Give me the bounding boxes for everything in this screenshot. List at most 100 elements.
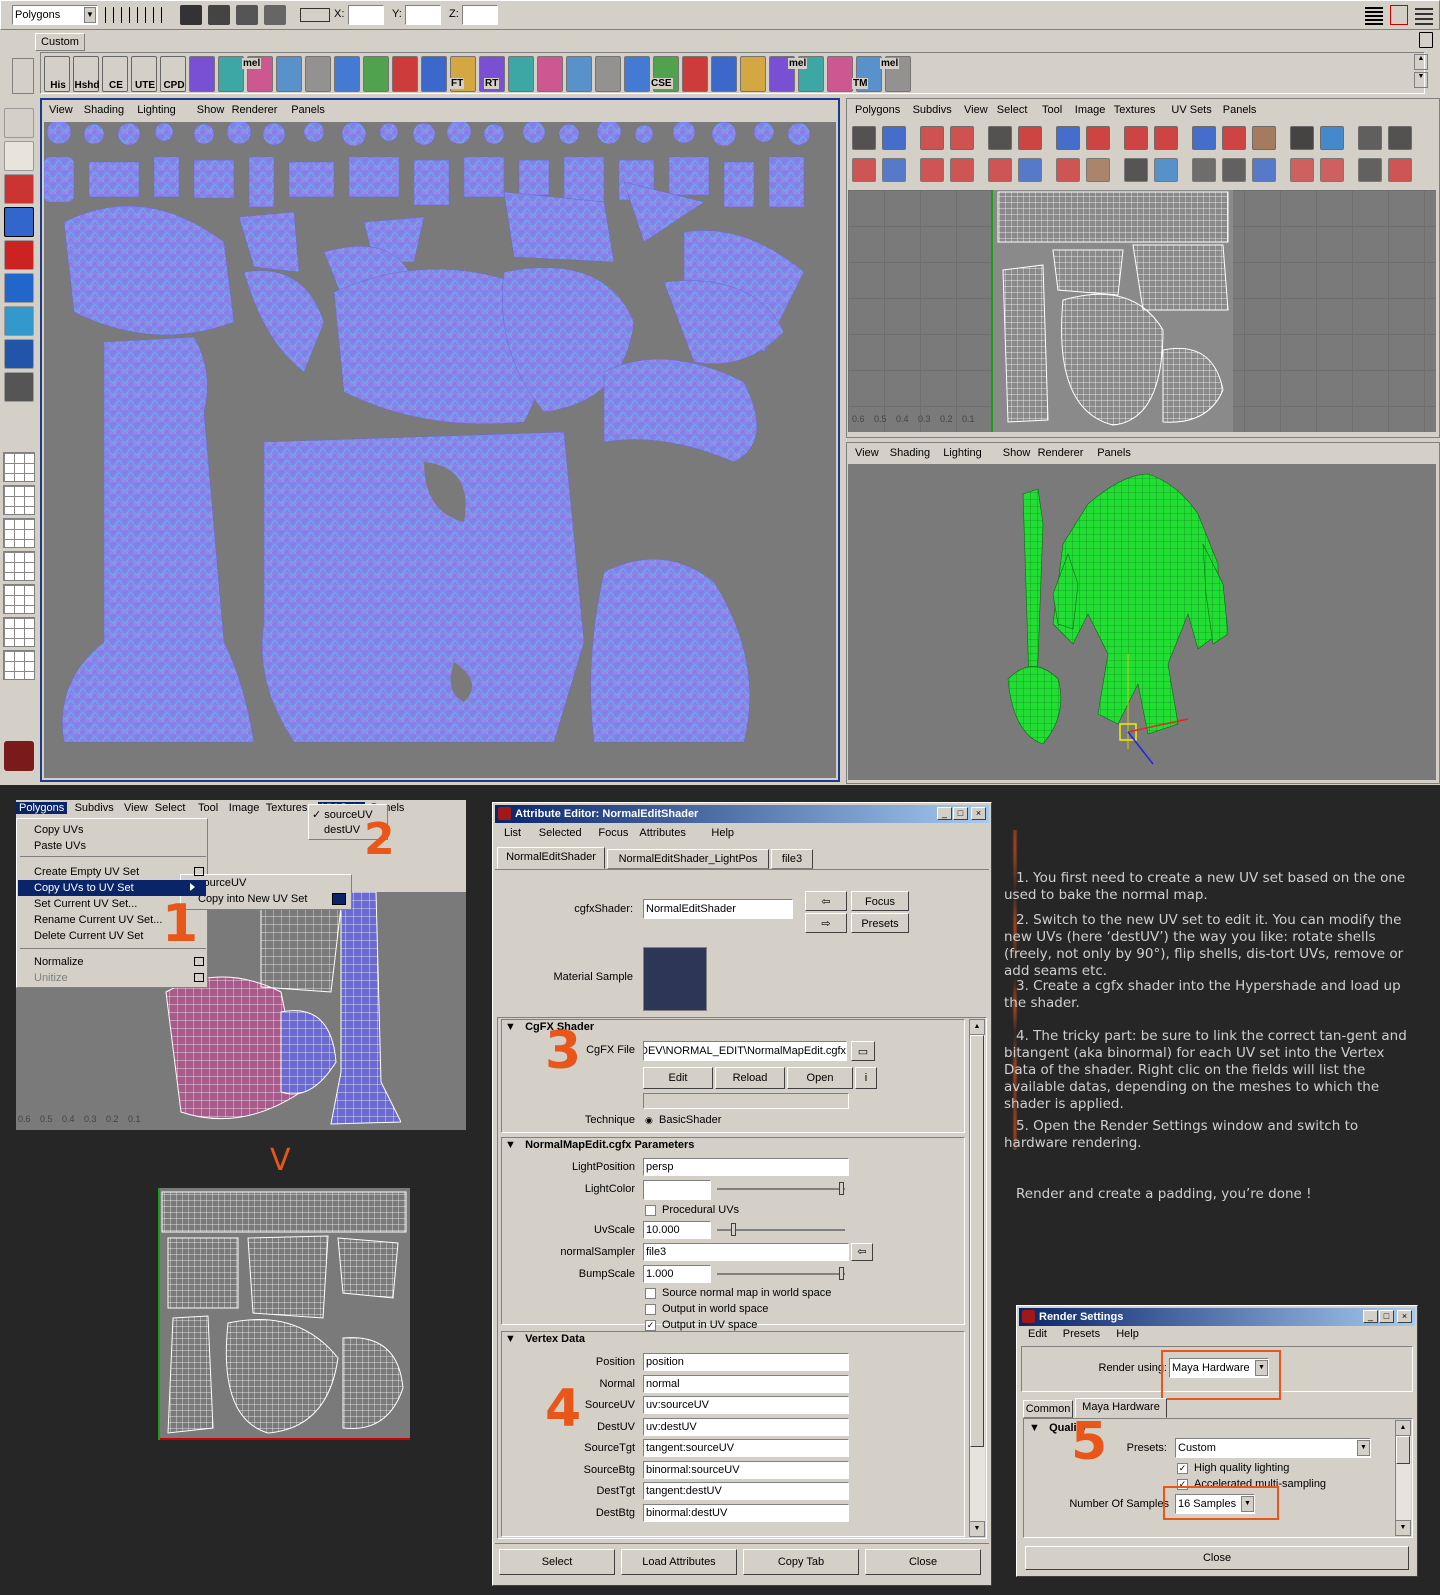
bumpscale-slider[interactable]: [717, 1273, 845, 1275]
vertex-field-sourcetgt[interactable]: tangent:sourceUV: [643, 1439, 849, 1457]
scroll-down-icon[interactable]: ▼: [969, 1521, 985, 1537]
shelf-tool-icon[interactable]: [334, 56, 360, 92]
menu-shading[interactable]: Shading: [81, 104, 127, 116]
uv-tool-icon[interactable]: [1086, 158, 1110, 182]
menu-item-delete-current-uv-set[interactable]: Delete Current UV Set: [18, 928, 206, 944]
light-position-field[interactable]: persp: [643, 1158, 849, 1176]
vertex-field-position[interactable]: position: [643, 1353, 849, 1371]
open-button[interactable]: Open: [787, 1067, 853, 1089]
uv-tool-icon[interactable]: [1154, 158, 1178, 182]
option-box-icon[interactable]: [332, 893, 346, 905]
info-icon[interactable]: i: [855, 1067, 877, 1089]
uv-tool-icon[interactable]: [882, 158, 906, 182]
menu-select[interactable]: Select: [994, 104, 1031, 116]
shelf-tool-icon[interactable]: [711, 56, 737, 92]
uv-tool-icon[interactable]: [1222, 158, 1246, 182]
menu-panels[interactable]: Panels: [1220, 104, 1260, 116]
clapboard-icon[interactable]: [208, 5, 230, 25]
menu-tool[interactable]: Tool: [195, 802, 221, 814]
tab-file3[interactable]: file3: [771, 849, 813, 869]
cgfx-shader-field[interactable]: NormalEditShader: [643, 899, 793, 919]
menu-select[interactable]: Select: [152, 802, 189, 814]
menu-item-rename-current-uv-set[interactable]: Rename Current UV Set...: [18, 912, 206, 928]
menu-selected[interactable]: Selected: [536, 827, 585, 839]
shelf-tool-icon[interactable]: [566, 56, 592, 92]
load-attributes-button[interactable]: Load Attributes: [621, 1549, 737, 1575]
scroll-up-icon[interactable]: ▲: [969, 1019, 985, 1035]
uv-tool-icon[interactable]: [1388, 158, 1412, 182]
minimize-button[interactable]: _: [1363, 1310, 1378, 1323]
y-field[interactable]: [405, 5, 441, 25]
menu-list[interactable]: List: [501, 827, 524, 839]
menu-textures[interactable]: Textures: [1111, 104, 1159, 116]
vertex-field-sourcebtg[interactable]: binormal:sourceUV: [643, 1460, 849, 1479]
menu-show[interactable]: Show: [1000, 447, 1034, 459]
bumpscale-slider-thumb[interactable]: [839, 1267, 844, 1280]
menu-polygons[interactable]: Polygons: [852, 104, 903, 116]
menu-subdivs[interactable]: Subdivs: [910, 104, 955, 116]
edit-button[interactable]: Edit: [643, 1067, 713, 1089]
menu-view[interactable]: View: [852, 447, 882, 459]
shelf-tool-icon[interactable]: [363, 56, 389, 92]
tool-icon[interactable]: [4, 372, 34, 402]
light-color-slider-thumb[interactable]: [839, 1182, 844, 1195]
uv-tool-icon[interactable]: [1320, 158, 1344, 182]
shelf-tool-icon[interactable]: [595, 56, 621, 92]
layout-icon[interactable]: [3, 518, 35, 548]
shelf-tool-icon[interactable]: [740, 56, 766, 92]
uv-tool-icon[interactable]: [1320, 126, 1344, 150]
close-window-button[interactable]: ×: [971, 807, 986, 820]
menu-help[interactable]: Help: [1113, 1328, 1142, 1340]
uv-editor-viewport[interactable]: 0.6 0.5 0.4 0.3 0.2 0.1: [848, 190, 1436, 432]
uv-tool-icon[interactable]: [1192, 126, 1216, 150]
scroll-down-icon[interactable]: ▼: [1395, 1520, 1411, 1536]
vertex-section-header[interactable]: ▼ Vertex Data: [505, 1333, 585, 1345]
tool-icon[interactable]: [4, 273, 34, 303]
menu-lighting[interactable]: Lighting: [940, 447, 985, 459]
vertex-field-normal[interactable]: normal: [643, 1374, 849, 1393]
shelf-tool-icon[interactable]: His: [44, 56, 70, 92]
render-settings-icon[interactable]: [264, 5, 286, 25]
light-color-slider[interactable]: [717, 1188, 845, 1190]
x-field[interactable]: [348, 5, 384, 25]
selection-input-icon[interactable]: [300, 8, 330, 22]
menu-textures[interactable]: Textures: [263, 802, 311, 814]
reload-button[interactable]: Reload: [715, 1067, 785, 1089]
shelf-tab-custom[interactable]: Custom: [35, 33, 85, 51]
close-window-button[interactable]: ×: [1397, 1310, 1412, 1323]
attribute-editor-icon[interactable]: [1390, 5, 1408, 25]
maximize-button[interactable]: □: [953, 807, 968, 820]
tool-settings-icon[interactable]: [1415, 5, 1433, 25]
menu-item-normalize[interactable]: Normalize: [18, 954, 206, 970]
menu-item-copy-uvs[interactable]: Copy UVs: [18, 822, 206, 838]
shelf-tool-icon[interactable]: [218, 56, 244, 92]
normal-map-viewport[interactable]: [44, 122, 836, 778]
shelf-tool-icon[interactable]: [624, 56, 650, 92]
uv-tool-icon[interactable]: [988, 126, 1012, 150]
shelf-tool-icon[interactable]: [827, 56, 853, 92]
uvset-destuv[interactable]: destUV: [324, 824, 360, 836]
menu-uv-sets[interactable]: UV Sets: [1168, 104, 1214, 116]
menu-subdivs[interactable]: Subdivs: [72, 802, 117, 814]
params-section-header[interactable]: ▼ NormalMapEdit.cgfx Parameters: [505, 1139, 694, 1151]
option-box-icon[interactable]: [194, 867, 204, 876]
shelf-tool-icon[interactable]: [421, 56, 447, 92]
maximize-button[interactable]: □: [1379, 1310, 1394, 1323]
menu-view[interactable]: View: [46, 104, 76, 116]
perspective-viewport[interactable]: [848, 464, 1436, 780]
output-uv-checkbox[interactable]: ✓ Output in UV space: [645, 1319, 757, 1331]
shelf-tool-icon[interactable]: [276, 56, 302, 92]
uv-tool-icon[interactable]: [852, 158, 876, 182]
focus-button[interactable]: Focus: [851, 891, 909, 911]
menu-panels[interactable]: Panels: [1094, 447, 1134, 459]
shelf-tool-icon[interactable]: [392, 56, 418, 92]
option-box-icon[interactable]: [194, 957, 204, 966]
option-box-icon[interactable]: [194, 973, 204, 982]
render-icon[interactable]: [180, 5, 202, 25]
menu-shading[interactable]: Shading: [887, 447, 933, 459]
input-connection-button[interactable]: ⇦: [805, 891, 847, 911]
source-world-checkbox[interactable]: Source normal map in world space: [645, 1287, 831, 1299]
menu-panels[interactable]: Panels: [288, 104, 328, 116]
uv-tool-icon[interactable]: [882, 126, 906, 150]
uv-tool-icon[interactable]: [1358, 158, 1382, 182]
